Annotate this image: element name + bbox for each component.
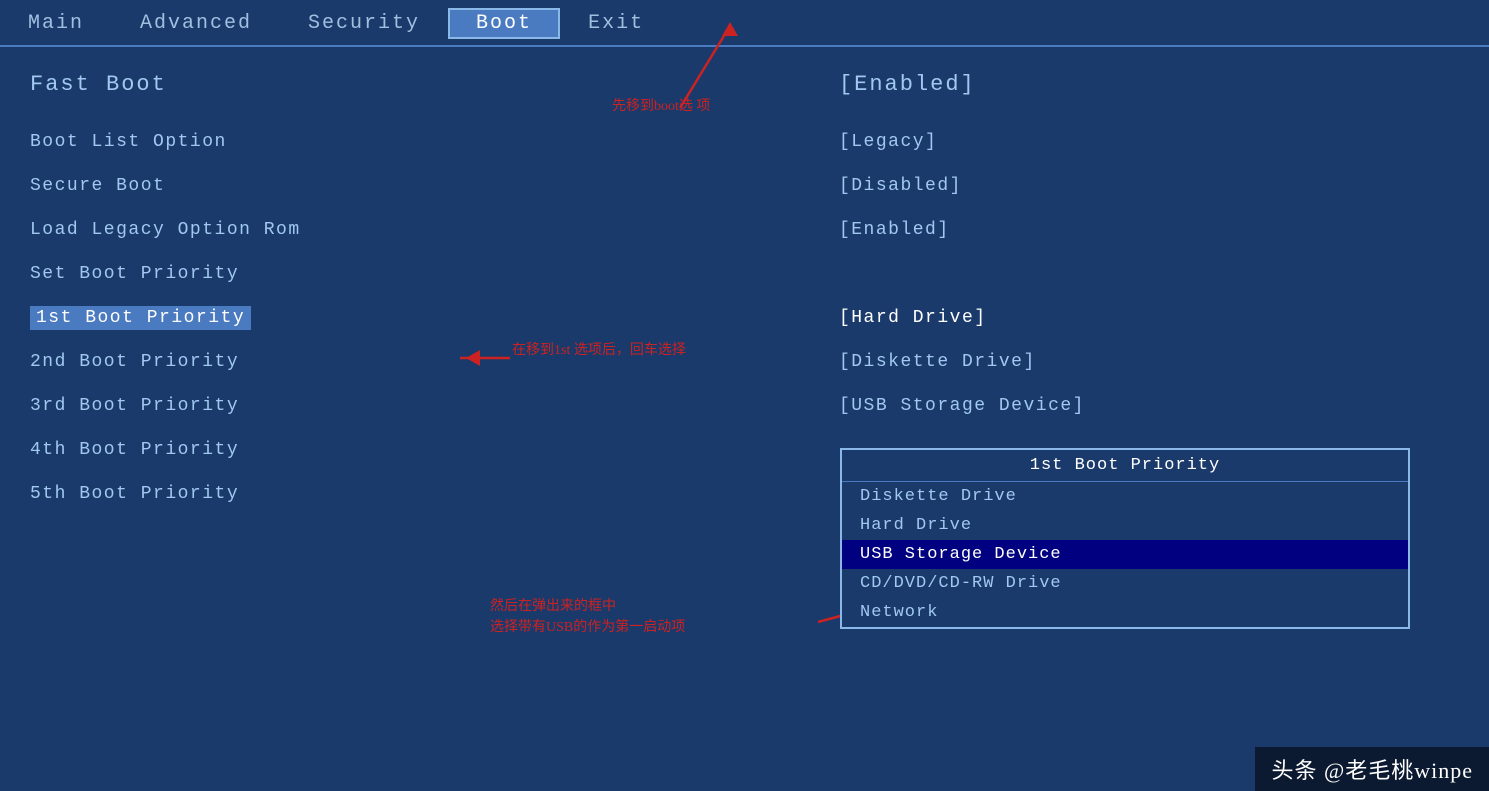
1st-priority-value-row: [Hard Drive]: [839, 299, 1469, 337]
fast-boot-value-row: [Enabled]: [839, 65, 1469, 103]
secure-boot-value-row: [Disabled]: [839, 167, 1469, 205]
menu-bar: Main Advanced Security Boot Exit: [0, 0, 1489, 47]
secure-boot-label: Secure Boot: [30, 176, 165, 196]
set-priority-value-row: [839, 255, 1469, 293]
set-boot-priority-label: Set Boot Priority: [30, 264, 239, 284]
menu-exit[interactable]: Exit: [560, 8, 672, 39]
popup-item-diskette[interactable]: Diskette Drive: [842, 482, 1408, 511]
2nd-boot-priority-row[interactable]: 2nd Boot Priority: [30, 343, 789, 381]
boot-list-value-row: [Legacy]: [839, 123, 1469, 161]
secure-boot-value: [Disabled]: [839, 176, 962, 196]
menu-advanced[interactable]: Advanced: [112, 8, 280, 39]
secure-boot-row: Secure Boot: [30, 167, 789, 205]
load-legacy-value-row: [Enabled]: [839, 211, 1469, 249]
watermark: 头条 @老毛桃winpe: [1255, 747, 1489, 791]
boot-list-option-row: Boot List Option: [30, 123, 789, 161]
bios-screen: Main Advanced Security Boot Exit Fast Bo…: [0, 0, 1489, 791]
popup-item-network[interactable]: Network: [842, 598, 1408, 627]
boot-list-value: [Legacy]: [839, 132, 937, 152]
menu-main[interactable]: Main: [0, 8, 112, 39]
2nd-priority-value-row: [Diskette Drive]: [839, 343, 1469, 381]
menu-boot[interactable]: Boot: [448, 8, 560, 39]
left-panel: Fast Boot Boot List Option Secure Boot L…: [0, 47, 819, 788]
4th-boot-priority-row[interactable]: 4th Boot Priority: [30, 431, 789, 469]
3rd-priority-value: [USB Storage Device]: [839, 396, 1085, 416]
load-legacy-value: [Enabled]: [839, 220, 950, 240]
3rd-boot-priority-row[interactable]: 3rd Boot Priority: [30, 387, 789, 425]
popup-item-cdrom[interactable]: CD/DVD/CD-RW Drive: [842, 569, 1408, 598]
set-boot-priority-row: Set Boot Priority: [30, 255, 789, 293]
popup-item-usb[interactable]: USB Storage Device: [842, 540, 1408, 569]
popup-item-harddrive[interactable]: Hard Drive: [842, 511, 1408, 540]
1st-boot-priority-row[interactable]: 1st Boot Priority: [30, 299, 789, 337]
popup-dialog[interactable]: 1st Boot Priority Diskette Drive Hard Dr…: [840, 448, 1410, 629]
4th-boot-priority-label: 4th Boot Priority: [30, 440, 239, 460]
2nd-boot-priority-label: 2nd Boot Priority: [30, 352, 239, 372]
fast-boot-value: [Enabled]: [839, 72, 976, 97]
content-area: Fast Boot Boot List Option Secure Boot L…: [0, 47, 1489, 788]
boot-list-option-label: Boot List Option: [30, 132, 227, 152]
load-legacy-row: Load Legacy Option Rom: [30, 211, 789, 249]
5th-boot-priority-row[interactable]: 5th Boot Priority: [30, 475, 789, 513]
1st-priority-value: [Hard Drive]: [839, 308, 987, 328]
load-legacy-label: Load Legacy Option Rom: [30, 220, 301, 240]
fast-boot-row: Fast Boot: [30, 65, 789, 103]
5th-boot-priority-label: 5th Boot Priority: [30, 484, 239, 504]
fast-boot-label: Fast Boot: [30, 72, 167, 97]
menu-security[interactable]: Security: [280, 8, 448, 39]
3rd-priority-value-row: [USB Storage Device]: [839, 387, 1469, 425]
1st-boot-priority-label: 1st Boot Priority: [30, 306, 251, 330]
3rd-boot-priority-label: 3rd Boot Priority: [30, 396, 239, 416]
right-panel: [Enabled] [Legacy] [Disabled] [Enabled] …: [819, 47, 1489, 788]
popup-title: 1st Boot Priority: [842, 450, 1408, 482]
2nd-priority-value: [Diskette Drive]: [839, 352, 1036, 372]
